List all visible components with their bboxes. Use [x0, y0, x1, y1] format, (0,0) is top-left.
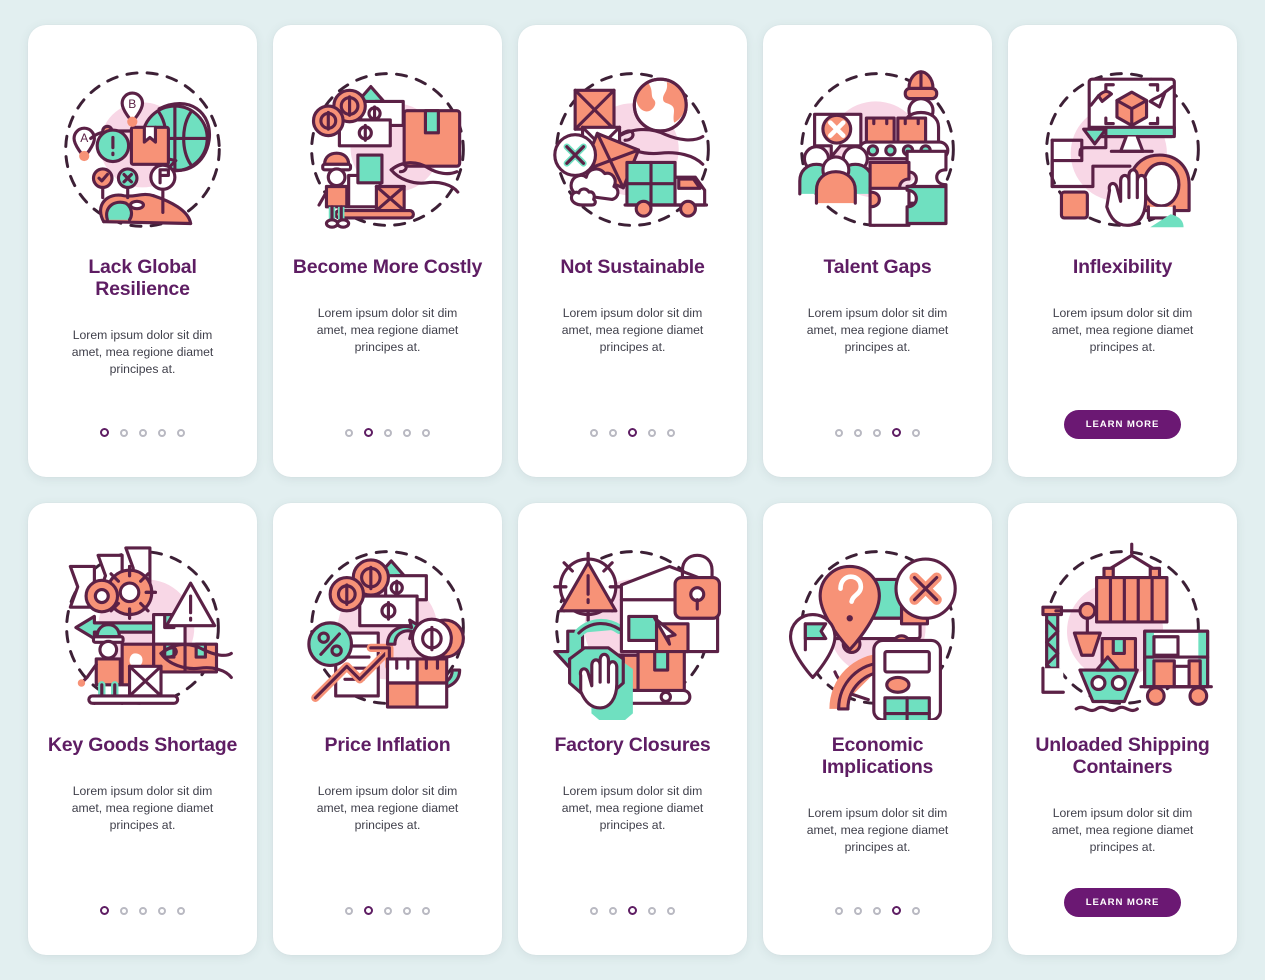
- price-inflation-icon: [287, 527, 488, 727]
- economic-implications-icon: [777, 527, 978, 727]
- onboarding-card-price-inflation[interactable]: Price Inflation Lorem ipsum dolor sit di…: [273, 503, 502, 955]
- pagination-dot[interactable]: [364, 906, 373, 915]
- pagination-dot[interactable]: [667, 428, 675, 437]
- pagination-dot[interactable]: [158, 428, 166, 437]
- pagination-dot[interactable]: [345, 428, 353, 437]
- card-title: Key Goods Shortage: [47, 734, 238, 756]
- goods-shortage-icon: [42, 527, 243, 727]
- rising-cost-icon: [287, 49, 488, 249]
- card-title: Inflexibility: [1072, 256, 1173, 278]
- pagination-dots[interactable]: [590, 906, 675, 915]
- svg-text:A: A: [80, 131, 88, 145]
- pagination-dot[interactable]: [628, 906, 637, 915]
- onboarding-card-become-more-costly[interactable]: Become More Costly Lorem ipsum dolor sit…: [273, 25, 502, 477]
- pagination-dot[interactable]: [590, 428, 598, 437]
- pagination-dot[interactable]: [139, 906, 147, 915]
- onboarding-card-inflexibility[interactable]: Inflexibility Lorem ipsum dolor sit dim …: [1008, 25, 1237, 477]
- pagination-dot[interactable]: [422, 906, 430, 915]
- card-description: Lorem ipsum dolor sit dim amet, mea regi…: [561, 783, 704, 833]
- onboarding-card-talent-gaps[interactable]: Talent Gaps Lorem ipsum dolor sit dim am…: [763, 25, 992, 477]
- shipping-container-icon: [1022, 527, 1223, 727]
- svg-text:B: B: [128, 96, 136, 110]
- pagination-dot[interactable]: [590, 906, 598, 915]
- card-title: Unloaded Shipping Containers: [1035, 734, 1210, 778]
- global-resilience-icon: B A: [42, 49, 243, 249]
- onboarding-card-factory-closures[interactable]: Factory Closures Lorem ipsum dolor sit d…: [518, 503, 747, 955]
- card-description: Lorem ipsum dolor sit dim amet, mea regi…: [806, 305, 949, 355]
- learn-more-button[interactable]: LEARN MORE: [1063, 410, 1182, 439]
- pagination-dot[interactable]: [912, 428, 920, 437]
- card-title: Price Inflation: [324, 734, 451, 756]
- pagination-dots[interactable]: [835, 906, 920, 915]
- pagination-dots[interactable]: [100, 428, 185, 437]
- pagination-dot[interactable]: [609, 906, 617, 915]
- onboarding-card-unloaded-shipping-containers[interactable]: Unloaded Shipping Containers Lorem ipsum…: [1008, 503, 1237, 955]
- pagination-dots[interactable]: [345, 906, 430, 915]
- pagination-dot[interactable]: [835, 428, 843, 437]
- unsustainable-delivery-icon: [532, 49, 733, 249]
- onboarding-card-key-goods-shortage[interactable]: Key Goods Shortage Lorem ipsum dolor sit…: [28, 503, 257, 955]
- pagination-dot[interactable]: [139, 428, 147, 437]
- learn-more-button[interactable]: LEARN MORE: [1063, 888, 1182, 917]
- onboarding-screens-board: B A Lack Global Resilience Lorem ipsum d…: [0, 0, 1265, 980]
- card-title: Not Sustainable: [560, 256, 705, 278]
- card-title: Factory Closures: [554, 734, 711, 756]
- pagination-dots[interactable]: [100, 906, 185, 915]
- card-title: Become More Costly: [292, 256, 483, 278]
- pagination-dot[interactable]: [100, 428, 109, 437]
- pagination-dot[interactable]: [177, 428, 185, 437]
- pagination-dot[interactable]: [158, 906, 166, 915]
- pagination-dot[interactable]: [384, 906, 392, 915]
- card-title: Lack Global Resilience: [88, 256, 197, 300]
- pagination-dot[interactable]: [854, 906, 862, 915]
- pagination-dot[interactable]: [120, 906, 128, 915]
- pagination-dots[interactable]: [590, 428, 675, 437]
- pagination-dot[interactable]: [628, 428, 637, 437]
- card-description: Lorem ipsum dolor sit dim amet, mea regi…: [806, 805, 949, 855]
- pagination-dot[interactable]: [667, 906, 675, 915]
- factory-closure-icon: [532, 527, 733, 727]
- card-description: Lorem ipsum dolor sit dim amet, mea regi…: [1051, 805, 1194, 855]
- pagination-dot[interactable]: [835, 906, 843, 915]
- pagination-dot[interactable]: [648, 428, 656, 437]
- pagination-dots[interactable]: [345, 428, 430, 437]
- card-description: Lorem ipsum dolor sit dim amet, mea regi…: [561, 305, 704, 355]
- card-description: Lorem ipsum dolor sit dim amet, mea regi…: [71, 783, 214, 833]
- inflexibility-icon: [1022, 49, 1223, 249]
- card-description: Lorem ipsum dolor sit dim amet, mea regi…: [316, 783, 459, 833]
- pagination-dot[interactable]: [648, 906, 656, 915]
- pagination-dot[interactable]: [384, 428, 392, 437]
- onboarding-card-economic-implications[interactable]: Economic Implications Lorem ipsum dolor …: [763, 503, 992, 955]
- onboarding-card-lack-global-resilience[interactable]: B A Lack Global Resilience Lorem ipsum d…: [28, 25, 257, 477]
- card-title: Talent Gaps: [823, 256, 932, 278]
- pagination-dot[interactable]: [345, 906, 353, 915]
- pagination-dot[interactable]: [854, 428, 862, 437]
- pagination-dot[interactable]: [873, 906, 881, 915]
- pagination-dot[interactable]: [403, 906, 411, 915]
- pagination-dot[interactable]: [892, 906, 901, 915]
- pagination-dot[interactable]: [912, 906, 920, 915]
- pagination-dot[interactable]: [100, 906, 109, 915]
- pagination-dot[interactable]: [177, 906, 185, 915]
- card-description: Lorem ipsum dolor sit dim amet, mea regi…: [316, 305, 459, 355]
- pagination-dot[interactable]: [892, 428, 901, 437]
- pagination-dot[interactable]: [873, 428, 881, 437]
- talent-gap-icon: [777, 49, 978, 249]
- pagination-dot[interactable]: [403, 428, 411, 437]
- card-description: Lorem ipsum dolor sit dim amet, mea regi…: [71, 327, 214, 377]
- pagination-dot[interactable]: [422, 428, 430, 437]
- onboarding-card-not-sustainable[interactable]: Not Sustainable Lorem ipsum dolor sit di…: [518, 25, 747, 477]
- card-title: Economic Implications: [821, 734, 934, 778]
- pagination-dot[interactable]: [364, 428, 373, 437]
- pagination-dot[interactable]: [120, 428, 128, 437]
- pagination-dot[interactable]: [609, 428, 617, 437]
- card-description: Lorem ipsum dolor sit dim amet, mea regi…: [1051, 305, 1194, 355]
- pagination-dots[interactable]: [835, 428, 920, 437]
